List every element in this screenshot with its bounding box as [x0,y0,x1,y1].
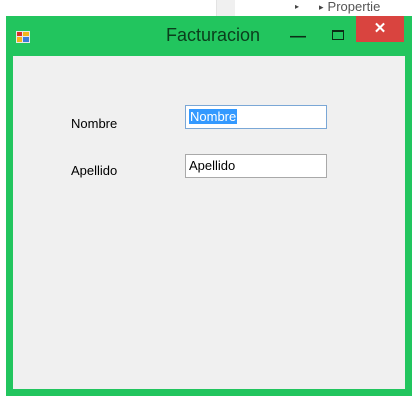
nombre-selected-text: Nombre [189,109,238,124]
app-icon [16,31,30,43]
apellido-input[interactable]: Apellido [185,154,327,178]
form-client-area: Nombre Nombre Apellido Apellido [13,56,405,389]
apellido-value: Apellido [189,158,236,173]
minimize-button[interactable]: — [285,28,311,50]
background-properties-item[interactable]: ▸ ▸ Propertie [295,0,380,14]
wrench-icon: ▸ [319,2,324,12]
form-window: Facturacion — ✕ Nombre Nombre Apellido A… [6,16,412,396]
background-item-label: Propertie [327,0,381,14]
minimize-icon: — [290,28,306,45]
close-button[interactable]: ✕ [356,16,404,42]
title-bar[interactable]: Facturacion — ✕ [6,16,412,56]
expand-arrow-icon: ▸ [295,2,300,11]
maximize-icon [332,30,344,40]
nombre-input[interactable]: Nombre [185,105,327,129]
nombre-label: Nombre [71,116,118,131]
apellido-label: Apellido [71,163,118,178]
maximize-button[interactable] [324,27,350,47]
window-title: Facturacion [166,25,261,45]
close-icon: ✕ [373,20,387,37]
